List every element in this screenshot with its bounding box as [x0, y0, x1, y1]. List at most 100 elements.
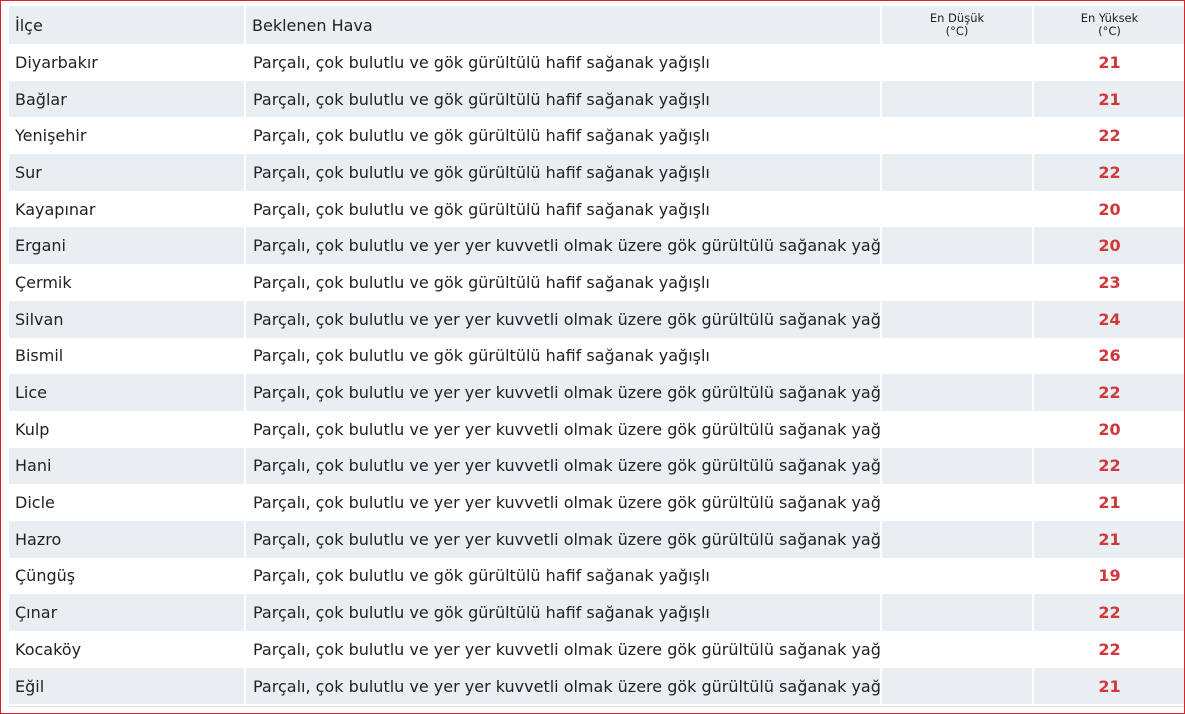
max-temp-cell: 20	[1032, 227, 1184, 265]
min-temp-cell	[880, 44, 1033, 81]
forecast-cell: Parçalı, çok bulutlu ve yer yer kuvvetli…	[244, 374, 881, 411]
table-row: Ergani Parçalı, çok bulutlu ve yer yer ku…	[9, 227, 1184, 265]
table-header: İlçe Beklenen Hava En Düşük (°C) En Yüks…	[9, 6, 1184, 44]
district-cell: Bismil	[15, 346, 64, 366]
max-temp-header-unit: (°C)	[1098, 24, 1121, 38]
min-temp-cell	[880, 594, 1033, 631]
district-cell: Kayapınar	[15, 199, 96, 219]
min-temp-cell	[880, 410, 1033, 448]
district-cell: Hani	[9, 447, 245, 485]
forecast-cell: Parçalı, çok bulutlu ve yer yer kuvvetli…	[244, 447, 881, 485]
district-cell: Hazro	[9, 520, 245, 558]
district-cell: Yenişehir	[15, 126, 87, 146]
forecast-cell: Parçalı, çok bulutlu ve yer yer kuvvetli…	[244, 520, 881, 558]
header-row: İlçe Beklenen Hava En Düşük (°C) En Yüks…	[9, 6, 1184, 44]
table-row: Sur Parçalı, çok bulutlu ve gök gürültülü…	[9, 154, 1184, 191]
table-row: Eğil Parçalı, çok bulutlu ve yer yer kuvv…	[9, 667, 1184, 705]
table-row: Silvan Parçalı, çok bulutlu ve yer yer ku…	[9, 300, 1184, 338]
max-temp-cell: 26	[1032, 337, 1184, 375]
district-cell: Çüngüş	[15, 566, 76, 586]
table-body: Diyarbakır Parçalı, çok bulutlu ve gök gü…	[9, 44, 1184, 705]
max-temp-cell: 22	[1032, 374, 1184, 411]
max-temp-cell: 20	[1032, 190, 1184, 228]
district-cell: Bağlar	[9, 80, 245, 118]
min-temp-cell	[880, 484, 1033, 521]
max-temp-cell: 22	[1032, 117, 1184, 155]
max-temp-column-header: En Yüksek (°C)	[1032, 6, 1184, 44]
min-temp-cell	[880, 300, 1033, 338]
table-row: Lice Parçalı, çok bulutlu ve yer yer kuvv…	[9, 374, 1184, 411]
min-temp-header-unit: (°C)	[945, 24, 969, 38]
table-row: Yenişehir Parçalı, çok bulutlu ve gök gür…	[9, 117, 1184, 155]
min-temp-cell	[880, 227, 1033, 265]
forecast-cell: Parçalı, çok bulutlu ve yer yer kuvvetli…	[244, 227, 881, 265]
district-cell: Kocaköy	[15, 639, 82, 659]
table-row: Diyarbakır Parçalı, çok bulutlu ve gök gü…	[9, 44, 1184, 81]
max-temp-cell: 21	[1032, 44, 1184, 81]
min-temp-cell	[880, 80, 1033, 118]
min-temp-cell	[880, 557, 1033, 595]
forecast-cell: Parçalı, çok bulutlu ve gök gürültülü ha…	[244, 154, 881, 191]
min-temp-cell	[880, 264, 1033, 301]
max-temp-cell: 21	[1032, 80, 1184, 118]
district-cell: Çınar	[9, 594, 245, 631]
table-row: Çüngüş Parçalı, çok bulutlu ve gök gürült…	[9, 557, 1184, 595]
table-row: Kocaköy Parçalı, çok bulutlu ve yer yer k…	[9, 631, 1184, 668]
table-row: Bismil Parçalı, çok bulutlu ve gök gürült…	[9, 337, 1184, 375]
forecast-cell: Parçalı, çok bulutlu ve gök gürültülü ha…	[244, 557, 881, 595]
forecast-cell: Parçalı, çok bulutlu ve gök gürültülü ha…	[244, 117, 881, 155]
weather-forecast-table: İlçe Beklenen Hava En Düşük (°C) En Yüks…	[9, 6, 1184, 705]
table-row: Hani Parçalı, çok bulutlu ve yer yer kuvv…	[9, 447, 1184, 485]
district-cell: Diyarbakır	[15, 52, 98, 72]
table-row: Hazro Parçalı, çok bulutlu ve yer yer kuv…	[9, 520, 1184, 558]
table-row: Çermik Parçalı, çok bulutlu ve gök gürült…	[9, 264, 1184, 301]
forecast-cell: Parçalı, çok bulutlu ve yer yer kuvvetli…	[244, 484, 881, 521]
forecast-cell: Parçalı, çok bulutlu ve gök gürültülü ha…	[244, 264, 881, 301]
max-temp-cell: 20	[1032, 410, 1184, 448]
forecast-cell: Parçalı, çok bulutlu ve yer yer kuvvetli…	[244, 300, 881, 338]
district-cell: Ergani	[9, 227, 245, 265]
district-cell: Kulp	[15, 419, 50, 439]
min-temp-cell	[880, 520, 1033, 558]
max-temp-cell: 22	[1032, 447, 1184, 485]
forecast-cell: Parçalı, çok bulutlu ve gök gürültülü ha…	[244, 190, 881, 228]
min-temp-cell	[880, 154, 1033, 191]
min-temp-cell	[880, 337, 1033, 375]
table-row: Kulp Parçalı, çok bulutlu ve yer yer kuvv…	[9, 410, 1184, 448]
min-temp-cell	[880, 631, 1033, 668]
max-temp-cell: 24	[1032, 300, 1184, 338]
max-temp-cell: 21	[1032, 484, 1184, 521]
forecast-cell: Parçalı, çok bulutlu ve gök gürültülü ha…	[244, 44, 881, 81]
max-temp-cell: 19	[1032, 557, 1184, 595]
forecast-cell: Parçalı, çok bulutlu ve gök gürültülü ha…	[244, 80, 881, 118]
forecast-cell: Parçalı, çok bulutlu ve yer yer kuvvetli…	[244, 410, 881, 448]
min-temp-cell	[880, 117, 1033, 155]
min-temp-column-header: En Düşük (°C)	[880, 6, 1033, 44]
district-cell: Sur	[9, 154, 245, 191]
table-row: Dicle Parçalı, çok bulutlu ve yer yer kuv…	[9, 484, 1184, 521]
forecast-cell: Parçalı, çok bulutlu ve yer yer kuvvetli…	[244, 631, 881, 668]
max-temp-cell: 21	[1032, 667, 1184, 705]
district-cell: Eğil	[9, 667, 245, 705]
min-temp-cell	[880, 374, 1033, 411]
district-cell: Çermik	[15, 272, 72, 292]
district-column-header: İlçe	[9, 6, 245, 44]
max-temp-cell: 22	[1032, 594, 1184, 631]
max-temp-cell: 21	[1032, 520, 1184, 558]
district-cell: Lice	[9, 374, 245, 411]
table-row: Çınar Parçalı, çok bulutlu ve gök gürültü…	[9, 594, 1184, 631]
min-temp-cell	[880, 190, 1033, 228]
max-temp-cell: 22	[1032, 631, 1184, 668]
forecast-cell: Parçalı, çok bulutlu ve yer yer kuvvetli…	[244, 667, 881, 705]
forecast-column-header: Beklenen Hava	[244, 6, 881, 44]
district-cell: Dicle	[15, 493, 55, 513]
table-row: Kayapınar Parçalı, çok bulutlu ve gök gür…	[9, 190, 1184, 228]
table-row: Bağlar Parçalı, çok bulutlu ve gök gürült…	[9, 80, 1184, 118]
max-temp-cell: 22	[1032, 154, 1184, 191]
table-bottom-divider	[9, 706, 1184, 707]
forecast-cell: Parçalı, çok bulutlu ve gök gürültülü ha…	[244, 337, 881, 375]
max-temp-cell: 23	[1032, 264, 1184, 301]
forecast-cell: Parçalı, çok bulutlu ve gök gürültülü ha…	[244, 594, 881, 631]
min-temp-cell	[880, 667, 1033, 705]
district-cell: Silvan	[9, 300, 245, 338]
